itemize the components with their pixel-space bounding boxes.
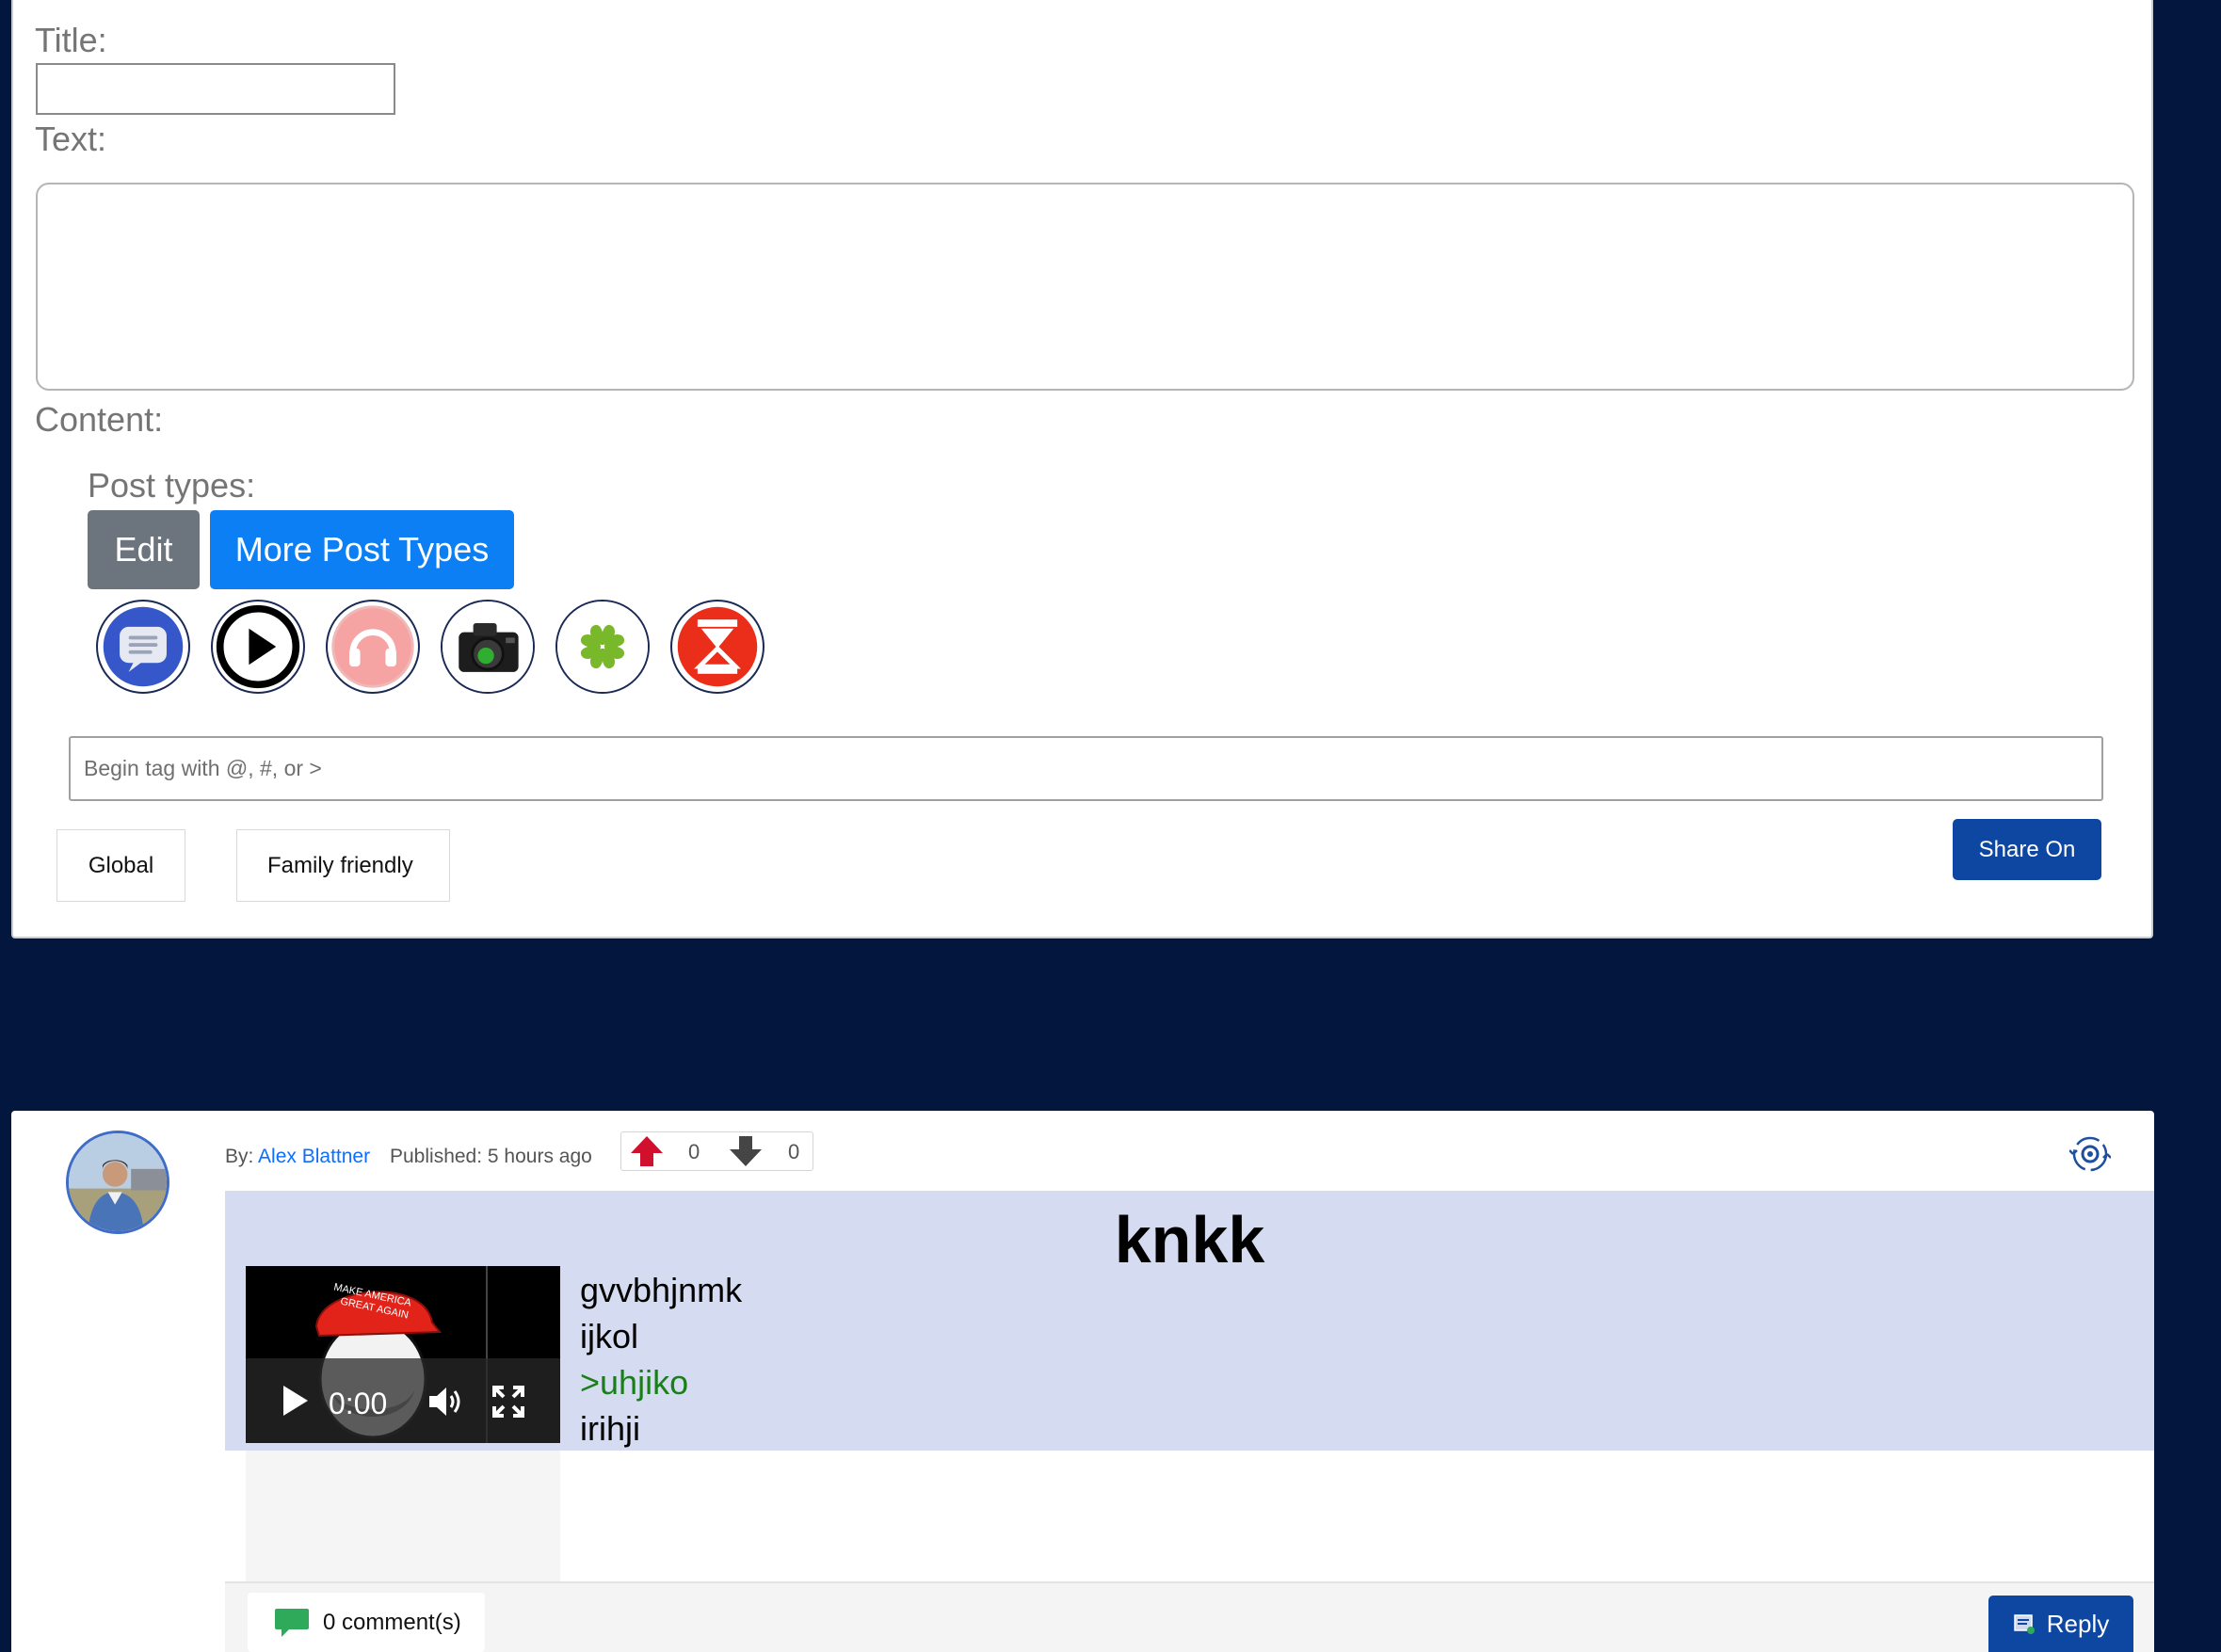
video-play-icon[interactable] [282,1384,310,1418]
post-line-4: irihji [580,1409,641,1448]
hourglass-icon[interactable] [670,600,764,694]
reply-button[interactable]: Reply [1988,1596,2133,1652]
fullscreen-icon[interactable] [492,1386,524,1418]
comments-count: 0 comment(s) [323,1609,461,1635]
post-line-3-greentext: >uhjiko [580,1363,689,1402]
upvote-icon[interactable] [629,1134,665,1168]
settings-gear-icon[interactable] [2069,1133,2111,1175]
post-footer [225,1581,2154,1652]
post-line-2: ijkol [580,1317,639,1355]
camera-icon[interactable] [441,600,535,694]
tag-input-placeholder: Begin tag with @, #, or > [84,756,322,780]
post-line-1: gvvbhjnmk [580,1271,743,1309]
text-area[interactable] [36,183,2134,391]
video-time: 0:00 [329,1387,388,1420]
reply-icon [2014,1614,2035,1634]
global-option[interactable]: Global [56,829,185,902]
post-types-label: Post types: [88,466,256,505]
family-friendly-option[interactable]: Family friendly [236,829,450,902]
published-time: Published: 5 hours ago [390,1146,592,1167]
author-link[interactable]: Alex Blattner [258,1146,370,1167]
downvote-count: 0 [788,1140,800,1163]
comment-icon [275,1608,309,1637]
byline: By: Alex Blattner [225,1146,370,1168]
message-icon[interactable] [96,600,190,694]
title-label: Title: [35,21,107,59]
more-post-types-button[interactable]: More Post Types [210,510,514,589]
clover-icon[interactable] [555,600,650,694]
title-input[interactable] [36,63,395,115]
comments-button[interactable]: 0 comment(s) [248,1593,485,1652]
share-on-button[interactable]: Share On [1953,819,2101,880]
by-label: By: [225,1146,254,1167]
content-label: Content: [35,400,164,439]
headphones-icon[interactable] [326,600,420,694]
post-card: By: Alex Blattner Published: 5 hours ago… [11,1111,2154,1652]
reply-label: Reply [2046,1609,2110,1638]
play-icon[interactable] [211,600,305,694]
volume-icon[interactable] [427,1386,465,1418]
tag-input[interactable]: Begin tag with @, #, or > [69,736,2103,801]
text-label: Text: [35,120,107,158]
compose-panel: Title: Text: Content: Post types: Edit M… [11,0,2153,938]
avatar[interactable] [66,1131,169,1234]
downvote-icon[interactable] [728,1134,764,1168]
video-player[interactable]: MAKE AMERICA GREAT AGAIN 0:00 [246,1266,560,1443]
upvote-count: 0 [688,1140,700,1163]
edit-button[interactable]: Edit [88,510,200,589]
vote-box: 0 0 [620,1131,813,1171]
video-spacer [246,1451,560,1583]
